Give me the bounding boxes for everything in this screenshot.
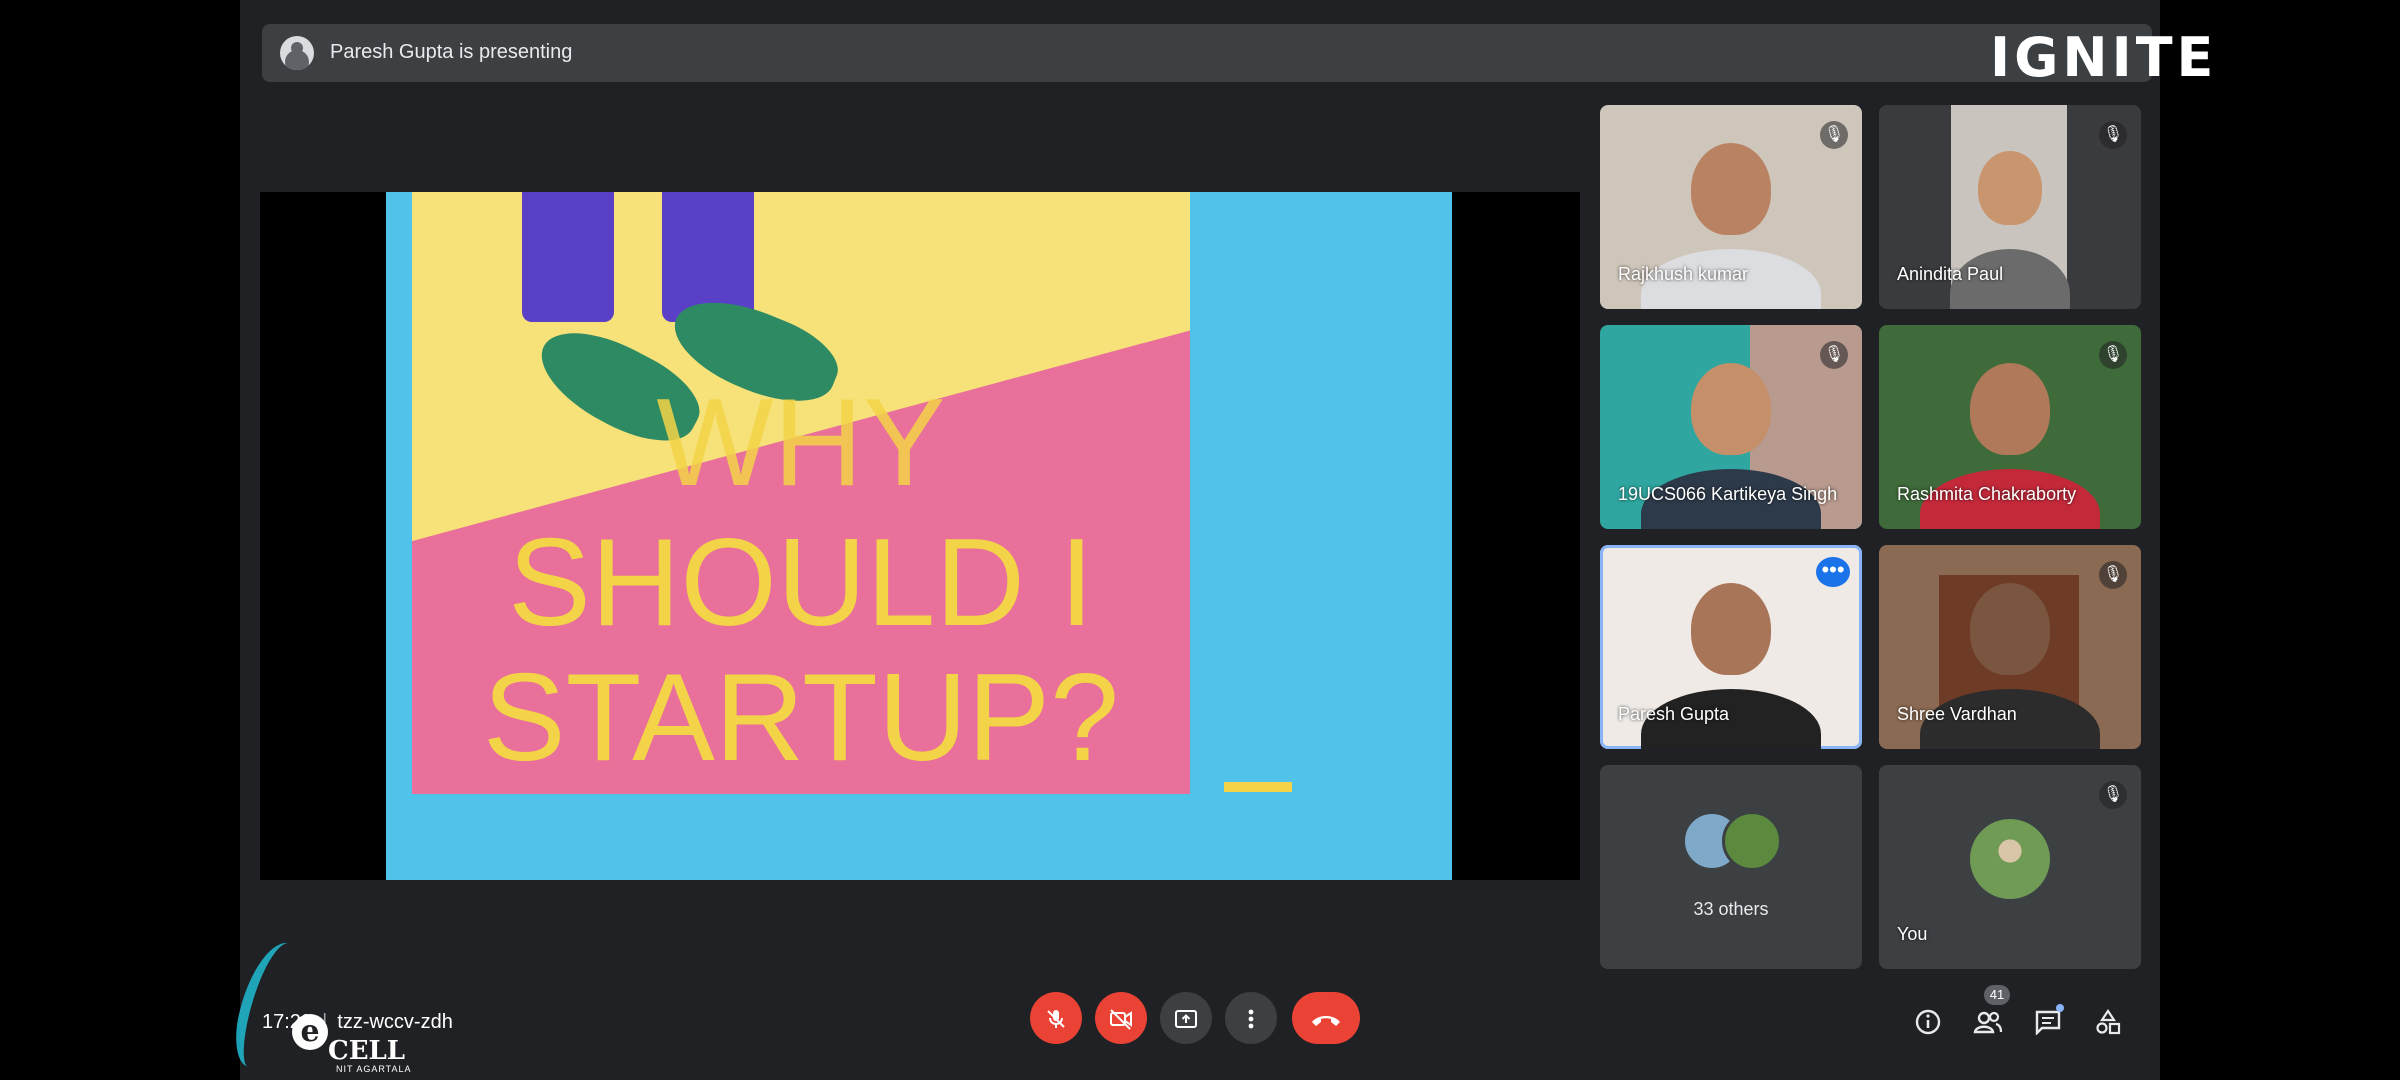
participant-name: Rajkhush kumar xyxy=(1618,264,1749,284)
participant-face xyxy=(1970,363,2050,455)
speaking-indicator-icon: ••• xyxy=(1816,557,1850,587)
participant-tile[interactable]: 🎙 Shree Vardhan xyxy=(1879,545,2141,749)
presenting-banner: Paresh Gupta is presenting xyxy=(262,24,2152,82)
participant-name: 19UCS066 Kartikeya Singh xyxy=(1618,484,1838,504)
people-button[interactable] xyxy=(1968,1000,2008,1040)
others-count: 33 others xyxy=(1693,899,1769,919)
participant-name: Paresh Gupta xyxy=(1618,704,1730,724)
leave-call-button[interactable] xyxy=(1292,992,1360,1044)
mic-off-icon xyxy=(1047,1009,1065,1028)
camera-toggle-button[interactable] xyxy=(1095,992,1147,1044)
presenting-text: Paresh Gupta is presenting xyxy=(330,41,573,63)
ignite-logo: IGNITE xyxy=(1990,26,2218,89)
slide-title-line1: WHY xyxy=(656,374,946,512)
participant-tile[interactable]: 🎙 19UCS066 Kartikeya Singh xyxy=(1600,325,1862,529)
self-tile[interactable]: 🎙 You xyxy=(1879,765,2141,969)
slide-accent-dash xyxy=(1224,782,1292,792)
mic-off-icon: 🎙 xyxy=(1820,121,1848,149)
participant-face xyxy=(1691,363,1771,455)
mic-toggle-button[interactable] xyxy=(1030,992,1082,1044)
more-options-icon xyxy=(1248,1009,1254,1029)
ecell-logo-cell: CELL xyxy=(328,1036,406,1066)
chat-unread-indicator xyxy=(2056,1004,2064,1012)
present-now-button[interactable] xyxy=(1160,992,1212,1044)
slide-pant-left xyxy=(522,192,614,322)
ecell-logo: e CELL NIT AGARTALA xyxy=(227,935,430,1080)
presentation-slide: WHY SHOULD I STARTUP? xyxy=(386,192,1452,880)
more-options-button[interactable] xyxy=(1225,992,1277,1044)
ecell-wing-mark xyxy=(227,935,311,1075)
participant-name: Rashmita Chakraborty xyxy=(1897,484,2077,504)
participant-tile[interactable]: 🎙 Rashmita Chakraborty xyxy=(1879,325,2141,529)
others-avatars xyxy=(1682,811,1782,871)
participant-face xyxy=(1691,583,1771,675)
activities-icon xyxy=(2096,1009,2121,1035)
participant-face xyxy=(1970,583,2050,675)
slide-title-line2: SHOULD I xyxy=(508,514,1094,652)
info-icon xyxy=(1915,1009,1941,1035)
participant-name: Shree Vardhan xyxy=(1897,704,2017,724)
people-icon xyxy=(1973,1011,2003,1034)
others-tile[interactable]: 33 others xyxy=(1600,765,1862,969)
mic-off-icon: 🎙 xyxy=(2099,121,2127,149)
ecell-logo-nit: NIT AGARTALA xyxy=(336,1064,412,1074)
slide-title-line3: STARTUP? xyxy=(482,649,1120,787)
mic-off-icon: 🎙 xyxy=(1820,341,1848,369)
ecell-logo-e: e xyxy=(292,1014,328,1050)
camera-off-icon xyxy=(1110,1008,1132,1030)
presenter-avatar xyxy=(280,36,314,70)
participant-tile-active-speaker[interactable]: ••• Paresh Gupta xyxy=(1600,545,1862,749)
participant-face xyxy=(1978,151,2042,225)
mic-off-icon: 🎙 xyxy=(2099,781,2127,809)
other-avatar xyxy=(1722,811,1782,871)
participant-face xyxy=(1691,143,1771,235)
mic-off-icon: 🎙 xyxy=(2099,341,2127,369)
meeting-details-button[interactable] xyxy=(1908,1000,1948,1040)
chat-icon xyxy=(2035,1010,2061,1037)
participant-tile[interactable]: 🎙 Rajkhush kumar xyxy=(1600,105,1862,309)
present-now-icon xyxy=(1175,1009,1197,1028)
participant-tile[interactable]: 🎙 Anindita Paul xyxy=(1879,105,2141,309)
mic-off-icon: 🎙 xyxy=(2099,561,2127,589)
participant-name: Anindita Paul xyxy=(1897,264,2004,284)
activities-button[interactable] xyxy=(2088,1000,2128,1040)
leave-call-icon xyxy=(1312,1016,1340,1027)
self-avatar xyxy=(1970,819,2050,899)
self-label: You xyxy=(1897,924,1928,944)
people-count-badge: 41 xyxy=(1984,985,2010,1005)
